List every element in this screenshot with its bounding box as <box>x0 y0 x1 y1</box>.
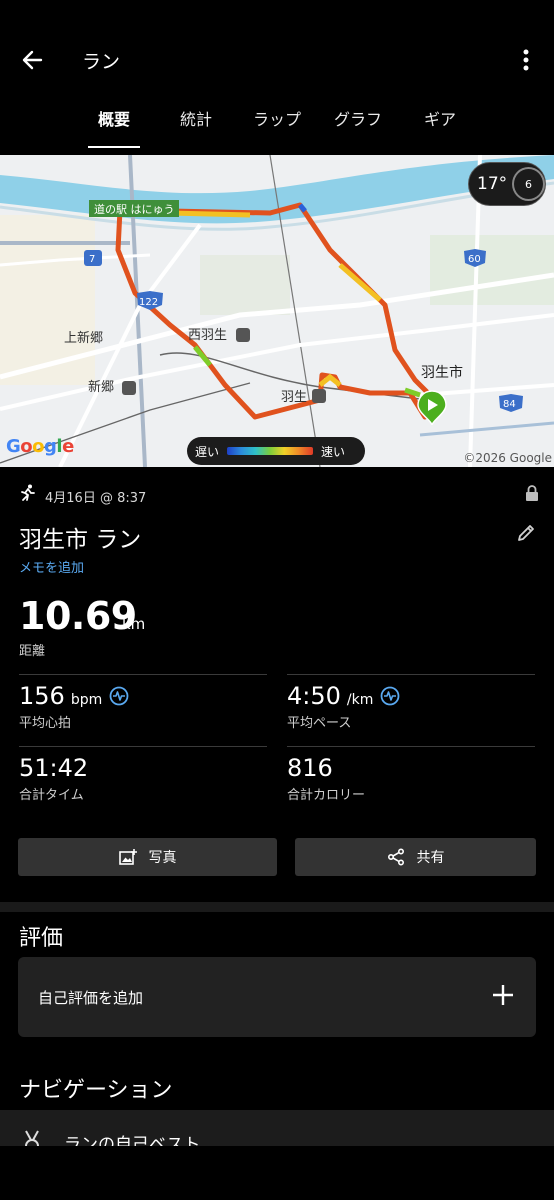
avg-pace-value: 4:50 <box>287 682 341 710</box>
divider <box>287 674 535 675</box>
add-photo-icon <box>118 848 137 866</box>
add-memo-link[interactable]: メモを追加 <box>19 557 84 576</box>
nav-item-personal-records[interactable]: ランの自己ベスト <box>0 1110 554 1146</box>
tab-stats[interactable]: 統計 <box>170 106 222 146</box>
avg-hr-label: 平均心拍 <box>19 716 72 731</box>
bottom-system-bar <box>0 1146 554 1200</box>
activity-datetime: 4月16日 @ 8:37 <box>45 491 147 506</box>
map-label-michi-no-eki: 道の駅 はにゅう <box>94 202 175 216</box>
route-shield-84: 84 <box>503 399 516 410</box>
more-options-icon[interactable] <box>508 42 544 78</box>
divider <box>19 746 267 747</box>
activity-name: 羽生市 ラン <box>19 527 142 553</box>
tab-gear[interactable]: ギア <box>414 106 466 146</box>
route-shield-7: 7 <box>89 254 95 265</box>
share-button-label: 共有 <box>416 850 445 866</box>
total-time-value: 51:42 <box>19 754 89 782</box>
stat-total-time: 51:42 合計タイム <box>19 754 88 803</box>
tab-bar: 概要 統計 ラップ グラフ ギア <box>0 96 554 154</box>
wind-dial-icon: 6 <box>511 167 545 201</box>
stat-avg-pace: 4:50 /km 平均ペース <box>287 682 400 731</box>
map-label-kami-shingo: 上新郷 <box>64 330 103 346</box>
share-icon <box>387 848 405 866</box>
map-label-hanyu-shi: 羽生市 <box>421 364 463 381</box>
distance-unit: km <box>122 615 146 633</box>
plus-icon[interactable] <box>492 984 514 1010</box>
map-canvas: 道の駅 はにゅう 西羽生 上新郷 新郷 羽生市 羽生 7 122 60 84 <box>0 155 554 467</box>
heart-rate-chart-icon[interactable] <box>109 686 129 706</box>
photo-button-label: 写真 <box>148 850 177 866</box>
divider <box>287 746 535 747</box>
total-calories-label: 合計カロリー <box>287 788 366 803</box>
distance-value: 10.69 <box>19 594 137 638</box>
total-calories-value: 816 <box>287 754 333 782</box>
photo-button[interactable]: 写真 <box>18 838 277 876</box>
route-shield-122: 122 <box>139 297 158 308</box>
map-copyright: ©2026 Google <box>463 451 552 465</box>
activity-meta-row: 4月16日 @ 8:37 <box>19 484 539 506</box>
tab-graph[interactable]: グラフ <box>325 106 391 146</box>
active-tab-indicator <box>88 146 140 148</box>
google-logo: Google <box>6 436 74 457</box>
route-shield-60: 60 <box>468 254 481 265</box>
rating-section-title: 評価 <box>19 926 64 951</box>
weather-temperature: 17° <box>477 174 508 194</box>
map-label-shingo: 新郷 <box>88 379 114 395</box>
navigation-section-title: ナビゲーション <box>19 1078 173 1103</box>
lock-icon[interactable] <box>525 485 539 506</box>
pace-legend: 遅い 速い <box>187 437 365 465</box>
avg-pace-unit: /km <box>346 692 374 708</box>
avg-pace-label: 平均ペース <box>287 716 352 731</box>
avg-hr-value: 156 <box>19 682 65 710</box>
total-time-label: 合計タイム <box>19 788 84 803</box>
add-self-rating-label: 自己評価を追加 <box>38 989 144 1007</box>
edit-pencil-icon[interactable] <box>516 523 536 547</box>
page-title: ラン <box>82 51 121 73</box>
share-button[interactable]: 共有 <box>295 838 536 876</box>
nav-item-label: ランの自己ベスト <box>64 1135 201 1146</box>
running-icon <box>19 484 37 506</box>
legend-slow-label: 遅い <box>195 444 220 459</box>
tab-overview[interactable]: 概要 <box>88 106 140 148</box>
pace-chart-icon[interactable] <box>380 686 400 706</box>
wind-value: 6 <box>524 177 532 191</box>
divider <box>19 674 267 675</box>
back-arrow-icon[interactable] <box>14 42 50 78</box>
map-label-hanyu: 羽生 <box>281 390 307 405</box>
stat-avg-heart-rate: 156 bpm 平均心拍 <box>19 682 129 731</box>
avg-hr-unit: bpm <box>70 692 103 708</box>
tab-laps[interactable]: ラップ <box>244 106 310 146</box>
medal-icon <box>22 1130 42 1146</box>
legend-fast-label: 速い <box>321 444 346 459</box>
distance-label: 距離 <box>19 644 46 659</box>
app-bar: ラン <box>0 0 554 96</box>
pace-gradient-bar <box>227 447 314 455</box>
route-map[interactable]: 道の駅 はにゅう 西羽生 上新郷 新郷 羽生市 羽生 7 122 60 84 1… <box>0 155 554 467</box>
weather-chip[interactable]: 17° 6 <box>468 162 546 206</box>
add-self-rating-card[interactable]: 自己評価を追加 <box>18 957 536 1037</box>
map-label-nishi-hanyu: 西羽生 <box>188 328 227 343</box>
stat-total-calories: 816 合計カロリー <box>287 754 365 803</box>
section-separator <box>0 902 554 912</box>
